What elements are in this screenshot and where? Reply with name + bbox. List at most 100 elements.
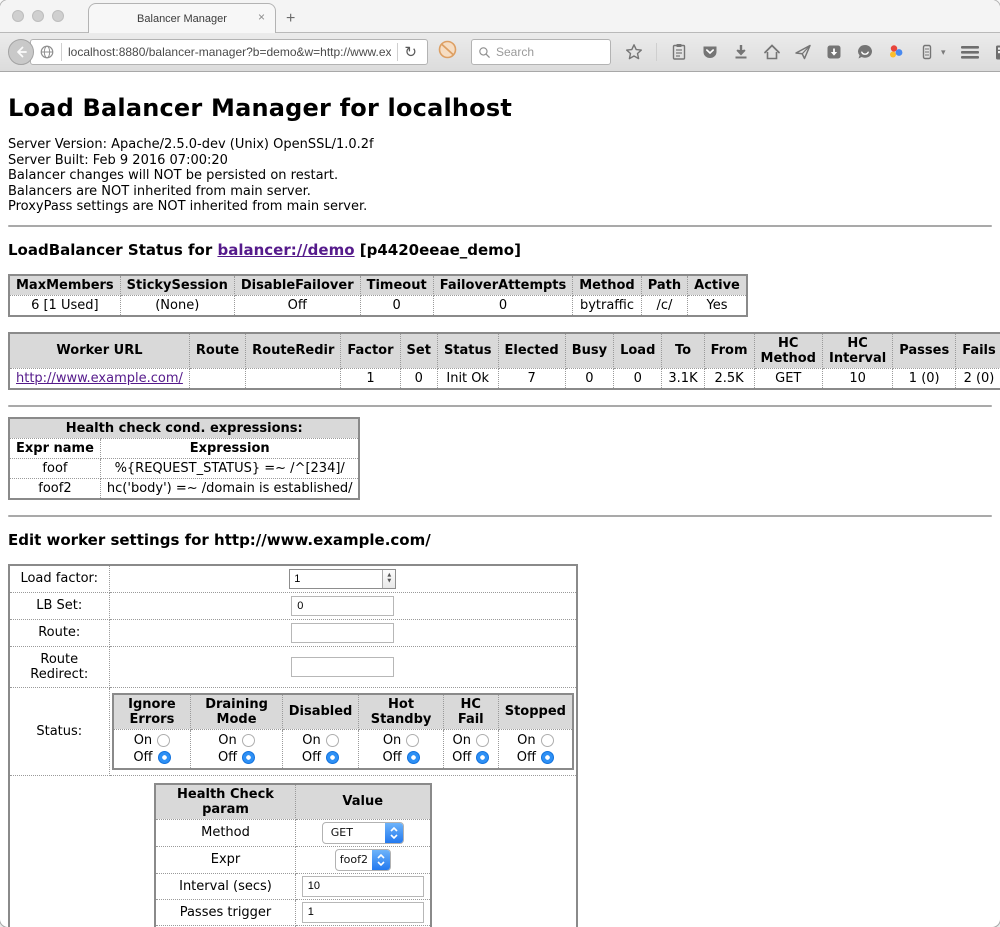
health-expressions-table: Health check cond. expressions: Expr nam… <box>8 417 360 500</box>
radio-on[interactable] <box>157 734 170 747</box>
radio-on[interactable] <box>242 734 255 747</box>
worker-table: Worker URL Route RouteRedir Factor Set S… <box>8 332 1000 390</box>
tab-close-icon[interactable]: × <box>258 11 265 23</box>
radio-on[interactable] <box>541 734 554 747</box>
radio-off[interactable] <box>158 751 171 764</box>
url-text[interactable]: localhost:8880/balancer-manager?b=demo&w… <box>68 45 391 59</box>
url-bar[interactable]: localhost:8880/balancer-manager?b=demo&w… <box>30 39 428 65</box>
column-header: Disabled <box>282 694 359 730</box>
hello-chat-icon[interactable] <box>856 43 874 61</box>
close-window-button[interactable] <box>12 10 24 22</box>
column-header: Factor <box>341 333 400 369</box>
section-divider <box>8 225 992 227</box>
search-placeholder: Search <box>496 45 534 59</box>
expression-row: foof2 hc('body') =~ /domain is establish… <box>9 478 359 499</box>
page-title: Load Balancer Manager for localhost <box>8 94 992 122</box>
passes-trigger-label: Passes trigger <box>155 899 295 925</box>
status-flag-cell: On Off <box>191 729 282 769</box>
tab-balancer-manager[interactable]: Balancer Manager × <box>88 3 276 33</box>
column-header: Elected <box>498 333 565 369</box>
status-flag-cell: On Off <box>498 729 573 769</box>
status-flags-table: Ignore Errors Draining Mode Disabled Hot… <box>112 693 575 770</box>
pocket-icon[interactable] <box>701 43 719 61</box>
radio-off[interactable] <box>407 751 420 764</box>
expr-select[interactable]: foof2 <box>335 849 391 871</box>
toolbar-buttons: ▾ <box>625 43 1000 61</box>
radio-off[interactable] <box>476 751 489 764</box>
downloads-icon[interactable] <box>732 43 750 61</box>
colors-extension-icon[interactable] <box>887 43 905 61</box>
radio-on[interactable] <box>326 734 339 747</box>
column-header: FailoverAttempts <box>433 275 573 296</box>
minimize-window-button[interactable] <box>32 10 44 22</box>
route-redirect-label: Route Redirect: <box>9 646 109 687</box>
content-blocked-icon[interactable] <box>438 40 457 64</box>
passes-trigger-input[interactable] <box>302 902 424 923</box>
method-select[interactable]: GET <box>322 822 404 844</box>
column-header: To <box>662 333 704 369</box>
column-header: Method <box>573 275 641 296</box>
interval-input[interactable] <box>302 876 424 897</box>
column-header: StickySession <box>120 275 234 296</box>
site-identity-globe-icon[interactable] <box>39 44 55 60</box>
column-header: Value <box>295 784 431 820</box>
balancer-status-heading: LoadBalancer Status for balancer://demo … <box>8 241 992 259</box>
battery-extension-icon[interactable] <box>918 43 936 61</box>
column-header: Busy <box>565 333 613 369</box>
column-header: MaxMembers <box>9 275 120 296</box>
navigation-toolbar: localhost:8880/balancer-manager?b=demo&w… <box>0 33 1000 72</box>
browser-window: Balancer Manager × + localhost:8880/bala… <box>0 0 1000 927</box>
inherit-notice-line: Balancers are NOT inherited from main se… <box>8 184 992 200</box>
panel-download-icon[interactable] <box>825 43 843 61</box>
column-header: DisableFailover <box>234 275 360 296</box>
column-header: Ignore Errors <box>113 694 191 730</box>
reload-button[interactable]: ↻ <box>398 45 423 60</box>
radio-off[interactable] <box>326 751 339 764</box>
worker-url-link[interactable]: http://www.example.com/ <box>16 371 183 386</box>
route-redirect-input[interactable] <box>291 657 394 677</box>
zoom-window-button[interactable] <box>52 10 64 22</box>
back-button[interactable] <box>8 39 34 65</box>
route-input[interactable] <box>291 623 394 643</box>
bookmark-star-icon[interactable] <box>625 43 643 61</box>
radio-off[interactable] <box>541 751 554 764</box>
tab-title: Balancer Manager <box>137 13 227 25</box>
menu-hamburger-icon[interactable] <box>959 43 981 61</box>
balancer-status-table: MaxMembers StickySession DisableFailover… <box>8 274 748 317</box>
interval-label: Interval (secs) <box>155 873 295 899</box>
number-stepper-icon[interactable]: ▲▼ <box>382 570 395 588</box>
radio-on[interactable] <box>406 734 419 747</box>
column-header: Expr name <box>9 438 100 458</box>
radio-off[interactable] <box>242 751 255 764</box>
keyboard-extension-icon[interactable] <box>994 43 1000 61</box>
balancer-demo-link[interactable]: balancer://demo <box>217 241 354 259</box>
reading-list-icon[interactable] <box>670 43 688 61</box>
column-header: Draining Mode <box>191 694 282 730</box>
column-header: Expression <box>100 438 359 458</box>
column-header: Route <box>189 333 245 369</box>
section-divider <box>8 515 992 517</box>
column-header: HC Fail <box>443 694 498 730</box>
page-content: Load Balancer Manager for localhost Serv… <box>0 94 1000 927</box>
home-icon[interactable] <box>763 43 781 61</box>
column-header: Health Check param <box>155 784 295 820</box>
column-header: Timeout <box>360 275 433 296</box>
radio-on[interactable] <box>476 734 489 747</box>
column-header: Set <box>400 333 437 369</box>
server-built-line: Server Built: Feb 9 2016 07:00:20 <box>8 153 992 169</box>
load-factor-input[interactable]: ▲▼ <box>289 569 396 589</box>
status-flag-cell: On Off <box>359 729 443 769</box>
select-arrows-icon <box>385 823 403 843</box>
status-flag-cell: On Off <box>443 729 498 769</box>
expression-row: foof %{REQUEST_STATUS} =~ /^[234]/ <box>9 458 359 478</box>
column-header: Path <box>641 275 687 296</box>
lb-set-input[interactable] <box>291 596 394 616</box>
column-header: From <box>704 333 754 369</box>
search-input[interactable]: Search <box>471 39 611 65</box>
route-label: Route: <box>9 619 109 646</box>
proxypass-notice-line: ProxyPass settings are NOT inherited fro… <box>8 199 992 215</box>
new-tab-button[interactable]: + <box>286 10 295 28</box>
urlbar-separator <box>61 43 62 61</box>
send-tab-icon[interactable] <box>794 43 812 61</box>
overflow-caret-icon[interactable]: ▾ <box>941 47 946 58</box>
